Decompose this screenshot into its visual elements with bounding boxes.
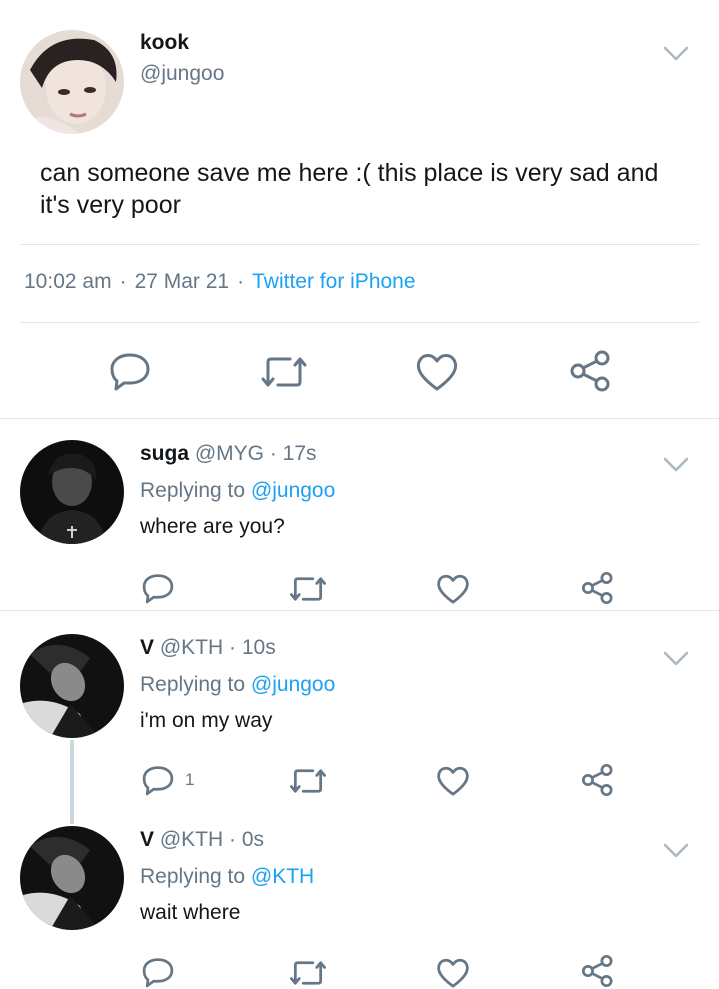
reply-time: · 17s [269,442,317,465]
divider [20,322,699,323]
share-button[interactable] [581,954,615,988]
share-icon [581,571,613,605]
reply-header: V @KTH · 10s [140,636,276,660]
reply-author-name[interactable]: V [140,828,154,851]
reply-button[interactable] [141,956,175,988]
separator: · [237,270,245,293]
avatar[interactable] [20,826,124,930]
mention-link[interactable]: @jungoo [251,673,335,696]
thread-connector [70,740,74,824]
avatar[interactable] [20,634,124,738]
reply-author-handle[interactable]: @KTH [160,636,223,659]
like-button[interactable] [415,352,459,392]
reply-button[interactable]: 1 [141,764,194,796]
retweet-button[interactable] [289,574,327,604]
mention-link[interactable]: @KTH [251,865,314,888]
chevron-down-icon[interactable] [662,456,690,474]
avatar[interactable] [20,440,124,544]
reply-header: suga @MYG · 17s [140,442,317,466]
divider [20,244,699,245]
reply-author-handle[interactable]: @MYG [195,442,264,465]
share-button[interactable] [569,349,613,393]
replying-to: Replying to @jungoo [140,479,335,503]
avatar[interactable] [20,30,124,134]
reply-author-handle[interactable]: @KTH [160,828,223,851]
chevron-down-icon[interactable] [662,45,690,63]
retweet-icon [289,961,327,985]
reply-text: where are you? [140,515,285,538]
reply-time: · 10s [229,636,276,659]
replying-to-label: Replying to [140,673,246,696]
like-button[interactable] [436,765,470,797]
retweet-button[interactable] [289,766,327,796]
replying-to-label: Replying to [140,865,246,888]
like-button[interactable] [436,957,470,989]
tweet-time[interactable]: 10:02 am [24,270,112,293]
replying-to-label: Replying to [140,479,246,502]
tweet-thread: kook @jungoo can someone save me here :(… [0,0,719,989]
chevron-down-icon[interactable] [662,842,690,860]
tweet-text: can someone save me here :( this place i… [40,159,659,219]
reply-icon [142,574,174,604]
divider [0,610,719,611]
heart-icon [437,958,469,988]
retweet-button[interactable] [289,958,327,988]
heart-icon [437,766,469,796]
share-icon [581,954,613,988]
reply-header: V @KTH · 0s [140,828,264,852]
share-icon [581,763,613,797]
reply-button[interactable] [108,351,152,391]
share-button[interactable] [581,762,615,798]
replying-to: Replying to @jungoo [140,673,335,697]
author-name[interactable]: kook [140,31,189,55]
retweet-icon [289,577,327,601]
reply-icon [142,958,174,988]
chevron-down-icon[interactable] [662,650,690,668]
author-handle[interactable]: @jungoo [140,62,224,86]
reply-icon [142,766,174,796]
reply-text: i'm on my way [140,709,273,732]
tweet-date[interactable]: 27 Mar 21 [135,270,230,293]
separator: · [119,270,127,293]
reply-button[interactable] [141,572,175,604]
share-icon [570,350,610,392]
reply-time: · 0s [229,828,265,851]
reply-text: wait where [140,901,241,924]
mention-link[interactable]: @jungoo [251,479,335,502]
heart-icon [437,574,469,604]
retweet-button[interactable] [260,354,308,390]
tweet-source[interactable]: Twitter for iPhone [252,270,415,293]
reply-author-name[interactable]: V [140,636,154,659]
retweet-icon [289,769,327,793]
like-button[interactable] [436,573,470,605]
reply-author-name[interactable]: suga [140,442,189,465]
reply-icon [110,353,150,391]
divider [0,418,719,419]
retweet-icon [261,357,307,387]
tweet-metadata: 10:02 am · 27 Mar 21 · Twitter for iPhone [24,270,416,294]
replying-to: Replying to @KTH [140,865,314,889]
heart-icon [416,354,458,391]
reply-count: 1 [185,770,195,789]
share-button[interactable] [581,570,615,606]
